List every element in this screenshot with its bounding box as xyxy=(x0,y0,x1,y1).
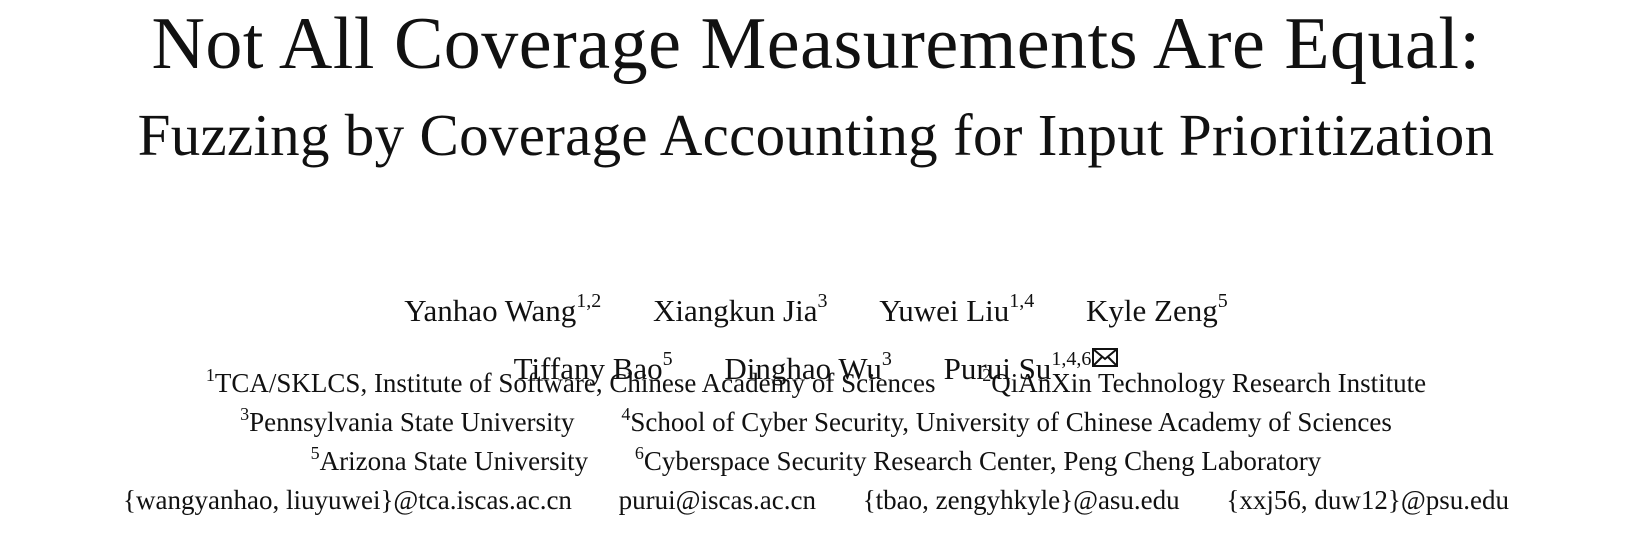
author-affiliation-marker: 3 xyxy=(817,290,828,312)
author-row-1: Yanhao Wang1,2 Xiangkun Jia3 Yuwei Liu1,… xyxy=(0,288,1632,334)
title-line-1: Not All Coverage Measurements Are Equal: xyxy=(151,3,1481,85)
affiliation-5: 5Arizona State University xyxy=(311,442,588,481)
affiliation-text: TCA/SKLCS, Institute of Software, Chines… xyxy=(214,368,936,398)
author-affiliation-marker: 1,4 xyxy=(1009,290,1035,312)
affiliation-3: 3Pennsylvania State University xyxy=(240,403,574,442)
affiliation-text: QiAnXin Technology Research Institute xyxy=(991,368,1427,398)
author-name: Xiangkun Jia xyxy=(653,293,818,328)
author-name: Yuwei Liu xyxy=(879,293,1010,328)
author-affiliation-marker: 5 xyxy=(1217,290,1228,312)
affiliation-6: 6Cyberspace Security Research Center, Pe… xyxy=(635,442,1321,481)
author-yuwei-liu: Yuwei Liu1,4 xyxy=(879,288,1034,334)
affiliation-text: School of Cyber Security, University of … xyxy=(630,407,1392,437)
author-xiangkun-jia: Xiangkun Jia3 xyxy=(653,288,827,334)
title-line-2: Fuzzing by Coverage Accounting for Input… xyxy=(137,102,1495,168)
affiliation-marker: 5 xyxy=(310,443,320,463)
author-kyle-zeng: Kyle Zeng5 xyxy=(1086,288,1228,334)
affiliation-text: Arizona State University xyxy=(319,446,589,476)
author-name: Kyle Zeng xyxy=(1086,293,1218,328)
author-yanhao-wang: Yanhao Wang1,2 xyxy=(404,288,601,334)
email-iscas[interactable]: purui@iscas.ac.cn xyxy=(619,481,816,520)
email-psu[interactable]: {xxj56, duw12}@psu.edu xyxy=(1226,481,1509,520)
affiliation-text: Pennsylvania State University xyxy=(249,407,575,437)
affiliation-row-2: 3Pennsylvania State University 4School o… xyxy=(0,403,1632,442)
affiliation-marker: 2 xyxy=(982,365,992,385)
affiliation-1: 1TCA/SKLCS, Institute of Software, Chine… xyxy=(206,364,936,403)
affiliation-marker: 3 xyxy=(240,404,250,424)
affiliation-list: 1TCA/SKLCS, Institute of Software, Chine… xyxy=(0,364,1632,520)
email-tca[interactable]: {wangyanhao, liuyuwei}@tca.iscas.ac.cn xyxy=(123,481,572,520)
email-row: {wangyanhao, liuyuwei}@tca.iscas.ac.cn p… xyxy=(0,481,1632,520)
affiliation-marker: 4 xyxy=(621,404,631,424)
paper-title: Not All Coverage Measurements Are Equal:… xyxy=(0,0,1632,170)
affiliation-marker: 1 xyxy=(205,365,215,385)
paper-header: Not All Coverage Measurements Are Equal:… xyxy=(0,0,1632,548)
affiliation-2: 2QiAnXin Technology Research Institute xyxy=(982,364,1426,403)
author-affiliation-marker: 1,2 xyxy=(576,290,602,312)
affiliation-text: Cyberspace Security Research Center, Pen… xyxy=(643,446,1322,476)
author-name: Yanhao Wang xyxy=(404,293,577,328)
affiliation-row-3: 5Arizona State University 6Cyberspace Se… xyxy=(0,442,1632,481)
affiliation-4: 4School of Cyber Security, University of… xyxy=(621,403,1392,442)
affiliation-row-1: 1TCA/SKLCS, Institute of Software, Chine… xyxy=(0,364,1632,403)
affiliation-marker: 6 xyxy=(634,443,644,463)
email-asu[interactable]: {tbao, zengyhkyle}@asu.edu xyxy=(863,481,1180,520)
